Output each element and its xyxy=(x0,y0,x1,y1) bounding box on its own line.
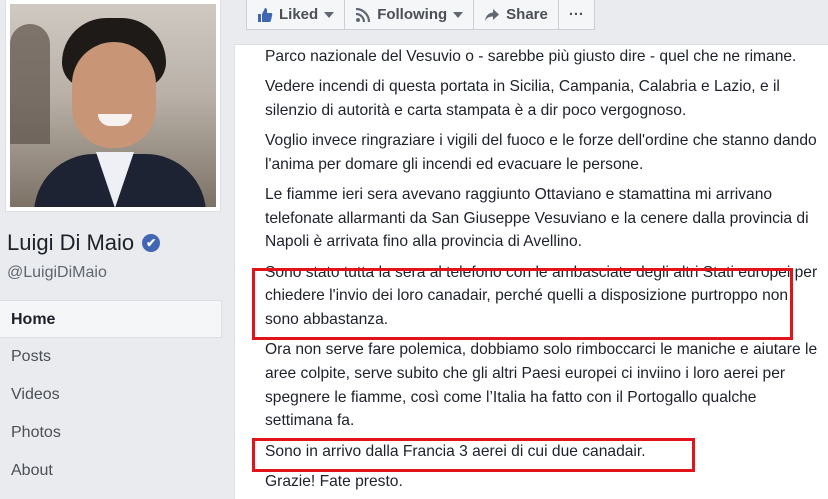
nav-item-photos[interactable]: Photos xyxy=(0,414,222,452)
following-button[interactable]: Following xyxy=(344,0,475,30)
post-paragraph: Grazie! Fate presto. xyxy=(265,472,403,490)
post-paragraph: Parco nazionale del Vesuvio o - sarebbe … xyxy=(265,48,797,65)
post-paragraph: Ora non serve fare polemica, dobbiamo so… xyxy=(265,341,818,430)
verified-badge-icon: ✔ xyxy=(142,234,161,252)
share-label: Share xyxy=(506,6,548,23)
page-action-bar: Liked Following Share ··· xyxy=(246,0,595,30)
page-handle[interactable]: @LuigiDiMaio xyxy=(7,264,107,282)
post-paragraph: Voglio invece ringraziare i vigili del f… xyxy=(265,132,817,173)
rss-feed-icon xyxy=(355,7,371,23)
page-nav: Home Posts Videos Photos About xyxy=(0,300,222,490)
share-button[interactable]: Share xyxy=(473,0,559,30)
post-paragraph: Vedere incendi di questa portata in Sici… xyxy=(265,78,780,119)
left-column: Luigi Di Maio ✔ @LuigiDiMaio Home Posts … xyxy=(0,0,228,499)
share-arrow-icon xyxy=(484,7,500,23)
post-card: Parco nazionale del Vesuvio o - sarebbe … xyxy=(234,44,828,499)
page-name-row: Luigi Di Maio ✔ xyxy=(7,230,161,256)
post-paragraph-highlighted: Sono in arrivo dalla Francia 3 aerei di … xyxy=(265,442,646,460)
post-paragraph-highlighted: Sono stato tutta la sera al telefono con… xyxy=(265,263,818,329)
more-dots-icon: ··· xyxy=(568,6,584,23)
following-label: Following xyxy=(377,6,448,23)
profile-photo-frame[interactable] xyxy=(5,0,221,212)
nav-item-videos[interactable]: Videos xyxy=(0,376,222,414)
profile-photo[interactable] xyxy=(10,4,216,207)
more-options-button[interactable]: ··· xyxy=(557,0,595,30)
nav-item-about[interactable]: About xyxy=(0,452,222,490)
post-text: Parco nazionale del Vesuvio o - sarebbe … xyxy=(265,45,825,499)
right-column: Liked Following Share ··· Parco nazional… xyxy=(234,0,828,499)
liked-label: Liked xyxy=(279,6,319,23)
nav-item-posts[interactable]: Posts xyxy=(0,338,222,376)
chevron-down-icon xyxy=(324,11,335,18)
chevron-down-icon xyxy=(453,11,464,18)
liked-button[interactable]: Liked xyxy=(246,0,346,30)
thumbs-up-icon xyxy=(257,7,273,23)
page-name[interactable]: Luigi Di Maio xyxy=(7,230,134,256)
nav-item-home[interactable]: Home xyxy=(0,300,222,338)
post-paragraph: Le fiamme ieri sera avevano raggiunto Ot… xyxy=(265,186,809,251)
